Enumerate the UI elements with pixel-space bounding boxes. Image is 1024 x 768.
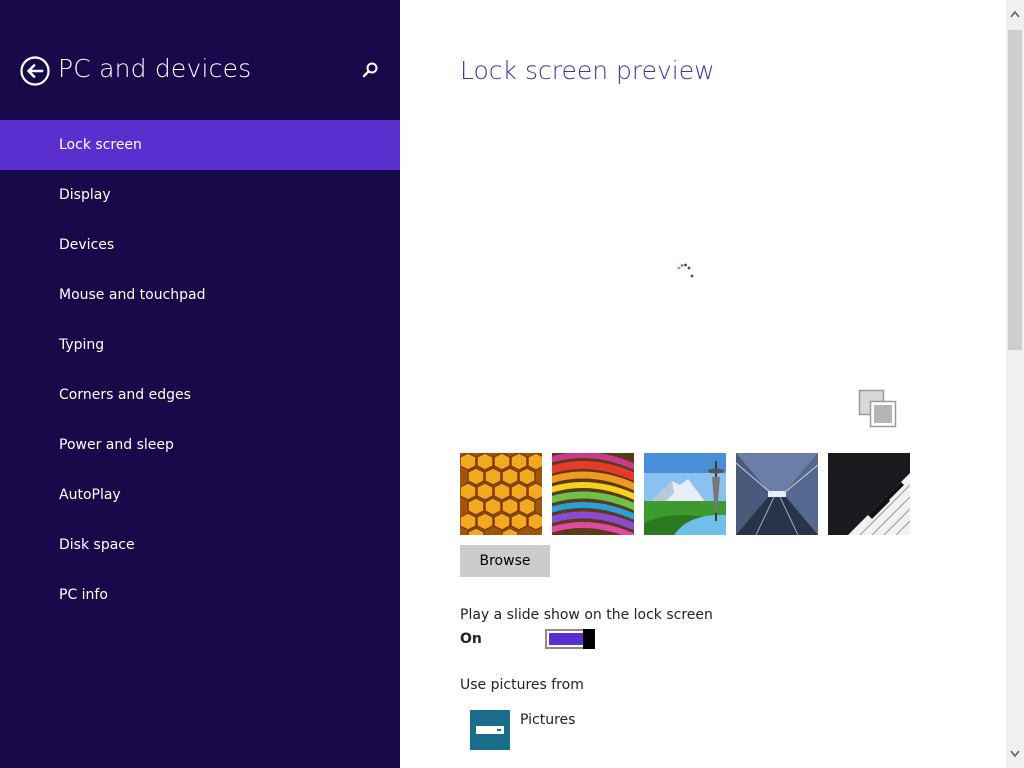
pictures-source-name[interactable]: Pictures	[520, 712, 575, 728]
sidebar-nav: Lock screen Display Devices Mouse and to…	[0, 120, 400, 620]
sidebar-header: PC and devices	[0, 0, 400, 120]
thumbnail-honeycomb[interactable]	[460, 453, 542, 535]
use-pictures-from-label: Use pictures from	[460, 677, 584, 693]
slideshow-toggle-state: On	[460, 631, 482, 647]
sidebar-item-autoplay[interactable]: AutoPlay	[0, 470, 400, 520]
sidebar-item-lock-screen[interactable]: Lock screen	[0, 120, 400, 170]
slideshow-toggle[interactable]	[545, 629, 595, 649]
sidebar-item-typing[interactable]: Typing	[0, 320, 400, 370]
thumbnail-seattle[interactable]	[644, 453, 726, 535]
sidebar-item-power-and-sleep[interactable]: Power and sleep	[0, 420, 400, 470]
main-content: Lock screen preview Browse Play a slide …	[400, 0, 1006, 768]
slideshow-preview-icon	[858, 389, 898, 429]
browse-button[interactable]: Browse	[460, 545, 550, 577]
thumbnail-color-stripes[interactable]	[552, 453, 634, 535]
vertical-scrollbar[interactable]	[1006, 0, 1024, 768]
scroll-up-button[interactable]	[1006, 0, 1024, 28]
sidebar-item-pc-info[interactable]: PC info	[0, 570, 400, 620]
back-arrow-icon	[20, 56, 50, 86]
search-icon	[362, 62, 378, 78]
sidebar-item-display[interactable]: Display	[0, 170, 400, 220]
sidebar-title: PC and devices	[58, 54, 252, 83]
sidebar-item-devices[interactable]: Devices	[0, 220, 400, 270]
slideshow-toggle-fill	[549, 633, 583, 645]
back-button[interactable]	[20, 56, 50, 86]
thumbnail-tunnel[interactable]	[736, 453, 818, 535]
pictures-library-icon[interactable]	[470, 710, 510, 750]
loading-spinner-icon	[676, 262, 696, 282]
sidebar: PC and devices Lock screen Display Devic…	[0, 0, 400, 768]
scrollbar-thumb[interactable]	[1008, 30, 1022, 350]
sidebar-item-disk-space[interactable]: Disk space	[0, 520, 400, 570]
sidebar-item-corners-and-edges[interactable]: Corners and edges	[0, 370, 400, 420]
thumbnail-piano[interactable]	[828, 453, 910, 535]
slideshow-toggle-knob[interactable]	[583, 629, 595, 649]
chevron-up-icon	[1010, 10, 1020, 18]
slideshow-label: Play a slide show on the lock screen	[460, 607, 713, 623]
chevron-down-icon	[1010, 750, 1020, 758]
search-button[interactable]	[360, 60, 380, 80]
page-title: Lock screen preview	[460, 56, 715, 85]
sidebar-item-mouse-and-touchpad[interactable]: Mouse and touchpad	[0, 270, 400, 320]
pictures-library-icon-dot	[497, 729, 501, 731]
scroll-down-button[interactable]	[1006, 740, 1024, 768]
